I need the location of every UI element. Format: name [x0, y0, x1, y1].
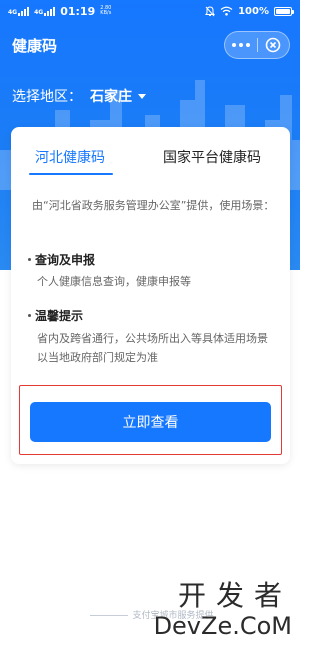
signal-indicator-2: 4G — [34, 6, 56, 16]
wifi-icon — [220, 6, 233, 16]
tab-hebei-health-code[interactable]: 河北健康码 — [35, 147, 105, 167]
bullet-dot — [28, 258, 31, 261]
caret-down-icon — [138, 93, 146, 99]
health-code-card: 河北健康码 国家平台健康码 由“河北省政务服务管理办公室”提供，使用场景： 查询… — [11, 127, 290, 464]
signal-indicator-1: 4G — [8, 6, 30, 16]
footer-provider: 支付宝城市服务提供 — [132, 611, 214, 621]
active-tab-indicator — [29, 173, 113, 175]
section-query-label: 查询及申报 — [35, 253, 96, 267]
speed-unit: KB/s — [100, 10, 112, 16]
signal-label: 4G — [34, 8, 44, 16]
section-query-body: 个人健康信息查询，健康申报等 — [37, 275, 191, 288]
service-description: 由“河北省政务服务管理办公室”提供，使用场景： — [32, 199, 275, 212]
section-tips-title: 温馨提示 — [28, 307, 83, 324]
view-now-button[interactable]: 立即查看 — [30, 402, 271, 442]
region-label: 选择地区： — [12, 89, 82, 105]
battery-icon — [274, 6, 294, 16]
close-circle-icon — [265, 37, 281, 53]
battery-percent: 100% — [238, 5, 269, 17]
more-button[interactable] — [225, 32, 257, 58]
clock: 01:19 — [60, 4, 96, 18]
status-bar: 4G 4G 01:19 2.80 KB/s 100% — [0, 0, 300, 22]
more-dots-icon — [231, 43, 236, 47]
signal-label: 4G — [8, 8, 18, 16]
bullet-dot — [28, 314, 31, 317]
region-selector[interactable]: 选择地区： 石家庄 — [12, 86, 146, 106]
section-tips-body: 省内及跨省通行，公共场所出入等具体适用场景以当地政府部门规定为准 — [37, 332, 268, 364]
tab-bar: 河北健康码 国家平台健康码 — [11, 127, 290, 177]
network-speed: 2.80 KB/s — [100, 6, 111, 16]
footer: 支付宝城市服务提供 — [0, 608, 300, 621]
section-tips-label: 温馨提示 — [35, 309, 84, 323]
tab-national-health-code[interactable]: 国家平台健康码 — [163, 147, 261, 167]
region-city: 石家庄 — [90, 89, 132, 105]
mini-program-capsule — [224, 31, 290, 59]
page-title: 健康码 — [12, 36, 58, 55]
section-query-title: 查询及申报 — [28, 251, 95, 268]
mute-bell-icon — [205, 5, 216, 16]
title-bar: 健康码 — [0, 28, 300, 62]
close-button[interactable] — [258, 32, 290, 58]
footer-divider — [90, 615, 129, 616]
